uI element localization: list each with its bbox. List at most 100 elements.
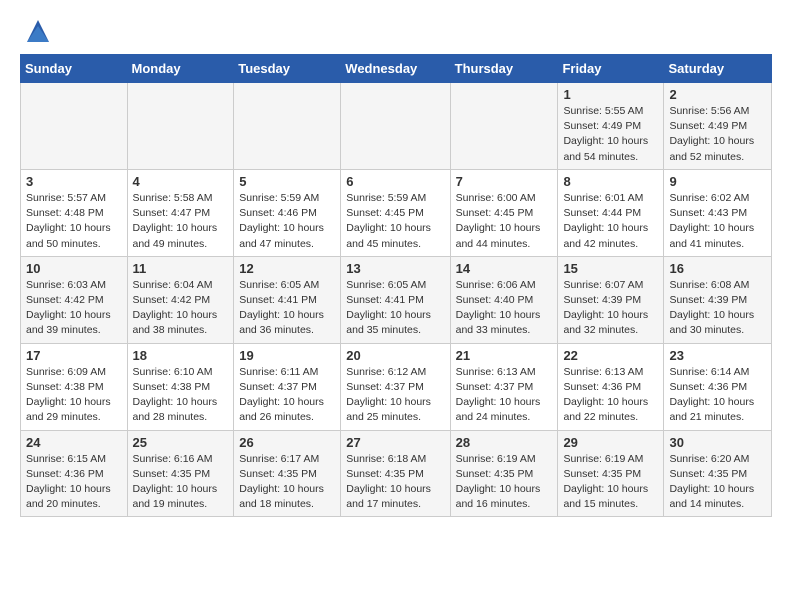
calendar-week-4: 17Sunrise: 6:09 AM Sunset: 4:38 PM Dayli… xyxy=(21,343,772,430)
calendar-cell: 22 Sunrise: 6:13 AM Sunset: 4:36 PM Dayli… xyxy=(558,343,664,430)
calendar-cell: 19 Sunrise: 6:11 AM Sunset: 4:37 PM Dayli… xyxy=(234,343,341,430)
calendar-cell: 26Sunrise: 6:17 AM Sunset: 4:35 PM Dayli… xyxy=(234,430,341,517)
calendar-cell: 17Sunrise: 6:09 AM Sunset: 4:38 PM Dayli… xyxy=(21,343,128,430)
calendar-cell: 29Sunrise: 6:19 AM Sunset: 4:35 PM Dayli… xyxy=(558,430,664,517)
day-number: 14 xyxy=(456,261,553,276)
day-number: 13 xyxy=(346,261,444,276)
day-info: Sunrise: 5:58 AM Sunset: 4:47 PM Dayligh… xyxy=(133,191,229,252)
day-info: Sunrise: 6:08 AM Sunset: 4:39 PM Dayligh… xyxy=(669,278,766,339)
day-info: Sunrise: 6:01 AM Sunset: 4:44 PM Dayligh… xyxy=(563,191,658,252)
column-header-tuesday: Tuesday xyxy=(234,55,341,83)
calendar-week-1: 1 Sunrise: 5:55 AM Sunset: 4:49 PM Daylig… xyxy=(21,83,772,170)
calendar-body: 1 Sunrise: 5:55 AM Sunset: 4:49 PM Daylig… xyxy=(21,83,772,517)
day-info: Sunrise: 5:57 AM Sunset: 4:48 PM Dayligh… xyxy=(26,191,122,252)
calendar-cell: 11 Sunrise: 6:04 AM Sunset: 4:42 PM Dayli… xyxy=(127,256,234,343)
day-info: Sunrise: 6:04 AM Sunset: 4:42 PM Dayligh… xyxy=(133,278,229,339)
day-info: Sunrise: 6:15 AM Sunset: 4:36 PM Dayligh… xyxy=(26,452,122,513)
day-info: Sunrise: 6:13 AM Sunset: 4:37 PM Dayligh… xyxy=(456,365,553,426)
day-number: 27 xyxy=(346,435,444,450)
column-header-saturday: Saturday xyxy=(664,55,772,83)
calendar-header: SundayMondayTuesdayWednesdayThursdayFrid… xyxy=(21,55,772,83)
calendar-cell: 7 Sunrise: 6:00 AM Sunset: 4:45 PM Daylig… xyxy=(450,169,558,256)
calendar-cell: 27 Sunrise: 6:18 AM Sunset: 4:35 PM Dayli… xyxy=(341,430,450,517)
day-info: Sunrise: 6:20 AM Sunset: 4:35 PM Dayligh… xyxy=(669,452,766,513)
day-info: Sunrise: 5:56 AM Sunset: 4:49 PM Dayligh… xyxy=(669,104,766,165)
calendar-cell: 18 Sunrise: 6:10 AM Sunset: 4:38 PM Dayli… xyxy=(127,343,234,430)
day-info: Sunrise: 6:03 AM Sunset: 4:42 PM Dayligh… xyxy=(26,278,122,339)
column-header-wednesday: Wednesday xyxy=(341,55,450,83)
day-info: Sunrise: 6:06 AM Sunset: 4:40 PM Dayligh… xyxy=(456,278,553,339)
logo-icon xyxy=(23,16,53,46)
calendar-week-2: 3Sunrise: 5:57 AM Sunset: 4:48 PM Daylig… xyxy=(21,169,772,256)
day-info: Sunrise: 5:59 AM Sunset: 4:45 PM Dayligh… xyxy=(346,191,444,252)
calendar-cell: 24 Sunrise: 6:15 AM Sunset: 4:36 PM Dayli… xyxy=(21,430,128,517)
calendar-cell: 3Sunrise: 5:57 AM Sunset: 4:48 PM Daylig… xyxy=(21,169,128,256)
calendar-cell xyxy=(450,83,558,170)
calendar-cell: 16 Sunrise: 6:08 AM Sunset: 4:39 PM Dayli… xyxy=(664,256,772,343)
calendar-cell: 9 Sunrise: 6:02 AM Sunset: 4:43 PM Daylig… xyxy=(664,169,772,256)
day-number: 10 xyxy=(26,261,122,276)
day-number: 5 xyxy=(239,174,335,189)
day-number: 19 xyxy=(239,348,335,363)
day-info: Sunrise: 6:18 AM Sunset: 4:35 PM Dayligh… xyxy=(346,452,444,513)
day-info: Sunrise: 6:05 AM Sunset: 4:41 PM Dayligh… xyxy=(346,278,444,339)
day-number: 7 xyxy=(456,174,553,189)
day-info: Sunrise: 6:05 AM Sunset: 4:41 PM Dayligh… xyxy=(239,278,335,339)
calendar-cell xyxy=(234,83,341,170)
calendar-cell: 23Sunrise: 6:14 AM Sunset: 4:36 PM Dayli… xyxy=(664,343,772,430)
day-number: 16 xyxy=(669,261,766,276)
calendar-table: SundayMondayTuesdayWednesdayThursdayFrid… xyxy=(20,54,772,517)
day-info: Sunrise: 6:13 AM Sunset: 4:36 PM Dayligh… xyxy=(563,365,658,426)
day-info: Sunrise: 6:10 AM Sunset: 4:38 PM Dayligh… xyxy=(133,365,229,426)
calendar-container: SundayMondayTuesdayWednesdayThursdayFrid… xyxy=(0,54,792,527)
logo xyxy=(20,16,53,46)
column-header-monday: Monday xyxy=(127,55,234,83)
calendar-cell xyxy=(341,83,450,170)
calendar-cell: 15 Sunrise: 6:07 AM Sunset: 4:39 PM Dayli… xyxy=(558,256,664,343)
calendar-week-5: 24 Sunrise: 6:15 AM Sunset: 4:36 PM Dayli… xyxy=(21,430,772,517)
day-number: 20 xyxy=(346,348,444,363)
day-number: 9 xyxy=(669,174,766,189)
day-number: 2 xyxy=(669,87,766,102)
day-info: Sunrise: 6:12 AM Sunset: 4:37 PM Dayligh… xyxy=(346,365,444,426)
day-number: 1 xyxy=(563,87,658,102)
day-info: Sunrise: 6:07 AM Sunset: 4:39 PM Dayligh… xyxy=(563,278,658,339)
day-number: 22 xyxy=(563,348,658,363)
day-info: Sunrise: 6:00 AM Sunset: 4:45 PM Dayligh… xyxy=(456,191,553,252)
calendar-cell: 8Sunrise: 6:01 AM Sunset: 4:44 PM Daylig… xyxy=(558,169,664,256)
calendar-cell: 4Sunrise: 5:58 AM Sunset: 4:47 PM Daylig… xyxy=(127,169,234,256)
calendar-cell xyxy=(21,83,128,170)
day-info: Sunrise: 6:19 AM Sunset: 4:35 PM Dayligh… xyxy=(456,452,553,513)
calendar-cell: 30 Sunrise: 6:20 AM Sunset: 4:35 PM Dayli… xyxy=(664,430,772,517)
column-header-thursday: Thursday xyxy=(450,55,558,83)
day-info: Sunrise: 6:11 AM Sunset: 4:37 PM Dayligh… xyxy=(239,365,335,426)
day-number: 21 xyxy=(456,348,553,363)
calendar-cell: 2 Sunrise: 5:56 AM Sunset: 4:49 PM Daylig… xyxy=(664,83,772,170)
day-number: 18 xyxy=(133,348,229,363)
day-number: 6 xyxy=(346,174,444,189)
calendar-cell: 5Sunrise: 5:59 AM Sunset: 4:46 PM Daylig… xyxy=(234,169,341,256)
calendar-cell xyxy=(127,83,234,170)
calendar-cell: 13 Sunrise: 6:05 AM Sunset: 4:41 PM Dayli… xyxy=(341,256,450,343)
calendar-cell: 28Sunrise: 6:19 AM Sunset: 4:35 PM Dayli… xyxy=(450,430,558,517)
calendar-cell: 21 Sunrise: 6:13 AM Sunset: 4:37 PM Dayli… xyxy=(450,343,558,430)
day-number: 30 xyxy=(669,435,766,450)
day-info: Sunrise: 6:09 AM Sunset: 4:38 PM Dayligh… xyxy=(26,365,122,426)
day-number: 24 xyxy=(26,435,122,450)
day-info: Sunrise: 5:55 AM Sunset: 4:49 PM Dayligh… xyxy=(563,104,658,165)
header-row: SundayMondayTuesdayWednesdayThursdayFrid… xyxy=(21,55,772,83)
day-number: 15 xyxy=(563,261,658,276)
day-number: 11 xyxy=(133,261,229,276)
day-number: 26 xyxy=(239,435,335,450)
calendar-cell: 1 Sunrise: 5:55 AM Sunset: 4:49 PM Daylig… xyxy=(558,83,664,170)
calendar-cell: 10 Sunrise: 6:03 AM Sunset: 4:42 PM Dayli… xyxy=(21,256,128,343)
day-number: 12 xyxy=(239,261,335,276)
column-header-sunday: Sunday xyxy=(21,55,128,83)
day-info: Sunrise: 6:16 AM Sunset: 4:35 PM Dayligh… xyxy=(133,452,229,513)
day-info: Sunrise: 6:02 AM Sunset: 4:43 PM Dayligh… xyxy=(669,191,766,252)
calendar-cell: 20 Sunrise: 6:12 AM Sunset: 4:37 PM Dayli… xyxy=(341,343,450,430)
day-number: 25 xyxy=(133,435,229,450)
calendar-cell: 14 Sunrise: 6:06 AM Sunset: 4:40 PM Dayli… xyxy=(450,256,558,343)
day-info: Sunrise: 6:14 AM Sunset: 4:36 PM Dayligh… xyxy=(669,365,766,426)
calendar-cell: 12 Sunrise: 6:05 AM Sunset: 4:41 PM Dayli… xyxy=(234,256,341,343)
